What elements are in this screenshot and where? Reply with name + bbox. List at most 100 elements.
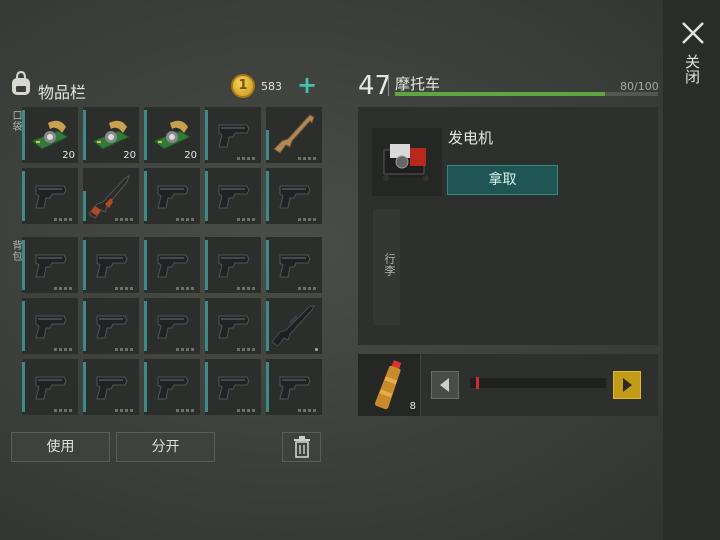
pistol-icon (35, 315, 67, 339)
pocket-slot[interactable]: 20 (22, 107, 78, 163)
close-label[interactable]: 关闭 (683, 54, 701, 84)
backpack-slot[interactable] (266, 237, 322, 293)
cargo-label: 行李 (383, 253, 396, 277)
backpack-slot[interactable] (266, 298, 322, 354)
pocket-slot[interactable]: 20 (83, 107, 139, 163)
pocket-slot[interactable] (22, 168, 78, 224)
pocket-slot[interactable] (266, 107, 322, 163)
delete-button[interactable] (282, 432, 321, 462)
pistol-icon (157, 254, 189, 278)
coin-icon: 1 (231, 74, 255, 98)
ammo-dots (176, 218, 196, 221)
pistol-icon (35, 376, 67, 400)
backpack-slot[interactable] (205, 359, 261, 415)
pocket-slot[interactable] (266, 168, 322, 224)
backpack-slot[interactable] (83, 237, 139, 293)
coin-amount: 583 (261, 80, 282, 93)
ammo-dots (237, 218, 257, 221)
vehicle-hp-bar (395, 92, 658, 96)
ammo-dots (54, 409, 74, 412)
backpack-slot[interactable] (83, 359, 139, 415)
ammo-dots (115, 409, 135, 412)
backpack-slot[interactable] (144, 237, 200, 293)
ammo-dot (315, 348, 318, 351)
backpack-icon (12, 71, 30, 95)
backpack-slot[interactable] (205, 237, 261, 293)
pistol-icon (218, 315, 250, 339)
item-count: 20 (62, 150, 75, 161)
ammo-dots (237, 348, 257, 351)
generator-icon (382, 144, 430, 181)
pistol-icon (157, 315, 189, 339)
pocket-slot[interactable] (83, 168, 139, 224)
generator-name: 发电机 (448, 129, 494, 147)
ammo-dots (176, 409, 196, 412)
backpack-slot[interactable] (144, 298, 200, 354)
split-button[interactable]: 分开 (116, 432, 215, 462)
backpack-slot[interactable] (144, 359, 200, 415)
ammo-dots (54, 218, 74, 221)
header-divider (388, 74, 389, 96)
ammo-dots (176, 348, 196, 351)
pocket-label: 口袋 (10, 110, 21, 132)
backpack-slot[interactable] (22, 359, 78, 415)
pistol-icon (96, 254, 128, 278)
generator-slot[interactable] (372, 128, 442, 196)
arrow-right-icon (623, 378, 632, 392)
increase-button[interactable] (613, 371, 641, 399)
ammo-dots (237, 287, 257, 290)
fuel-slider-track[interactable] (470, 378, 606, 388)
arrow-left-icon (440, 378, 449, 392)
trash-icon (293, 436, 310, 458)
ammo-dots (54, 348, 74, 351)
ammo-dots (54, 287, 74, 290)
pocket-slot[interactable] (205, 168, 261, 224)
vehicle-hp-fill (395, 92, 606, 96)
ammo-dots (115, 218, 135, 221)
pistol-icon (35, 254, 67, 278)
pocket-slot[interactable] (144, 168, 200, 224)
backpack-slot[interactable] (83, 298, 139, 354)
pistol-icon (279, 254, 311, 278)
ak-rifle-icon (88, 175, 130, 219)
item-count: 20 (123, 150, 136, 161)
use-button[interactable]: 使用 (11, 432, 110, 462)
ammo-dots (298, 157, 318, 160)
fuel-count: 8 (409, 401, 416, 412)
pistol-icon (157, 185, 189, 209)
backpack-slot[interactable] (22, 237, 78, 293)
ammo-dots (115, 348, 135, 351)
ammo-dots (298, 409, 318, 412)
backpack-slot[interactable] (22, 298, 78, 354)
pistol-icon (96, 315, 128, 339)
rifle-tan-icon (273, 114, 315, 154)
fuel-slider-thumb[interactable] (475, 377, 479, 389)
pistol-icon (279, 185, 311, 209)
vehicle-name: 摩托车 (395, 75, 441, 93)
close-icon[interactable] (680, 20, 706, 46)
take-button[interactable]: 拿取 (447, 165, 558, 195)
fuel-slot[interactable]: 8 (358, 354, 420, 416)
pocket-slot[interactable] (205, 107, 261, 163)
pocket-slot[interactable]: 20 (144, 107, 200, 163)
item-count: 20 (184, 150, 197, 161)
vehicle-level: 47 (358, 71, 392, 101)
ammo-dots (115, 287, 135, 290)
assault-rifle-icon (271, 305, 315, 347)
ammo-dots (298, 287, 318, 290)
backpack-slot[interactable] (205, 298, 261, 354)
ammo-dots (237, 157, 257, 160)
decrease-button[interactable] (431, 371, 459, 399)
backpack-label: 背包 (10, 240, 21, 262)
pistol-icon (35, 185, 67, 209)
ammo-dots (176, 287, 196, 290)
add-coins-button[interactable]: + (296, 72, 318, 98)
backpack-slot[interactable] (266, 359, 322, 415)
pistol-icon (218, 124, 250, 148)
ammo-dots (237, 409, 257, 412)
cargo-label-box: 行李 (373, 209, 400, 325)
pistol-icon (279, 376, 311, 400)
inventory-title: 物品栏 (38, 83, 87, 102)
pistol-icon (218, 376, 250, 400)
pistol-icon (218, 254, 250, 278)
